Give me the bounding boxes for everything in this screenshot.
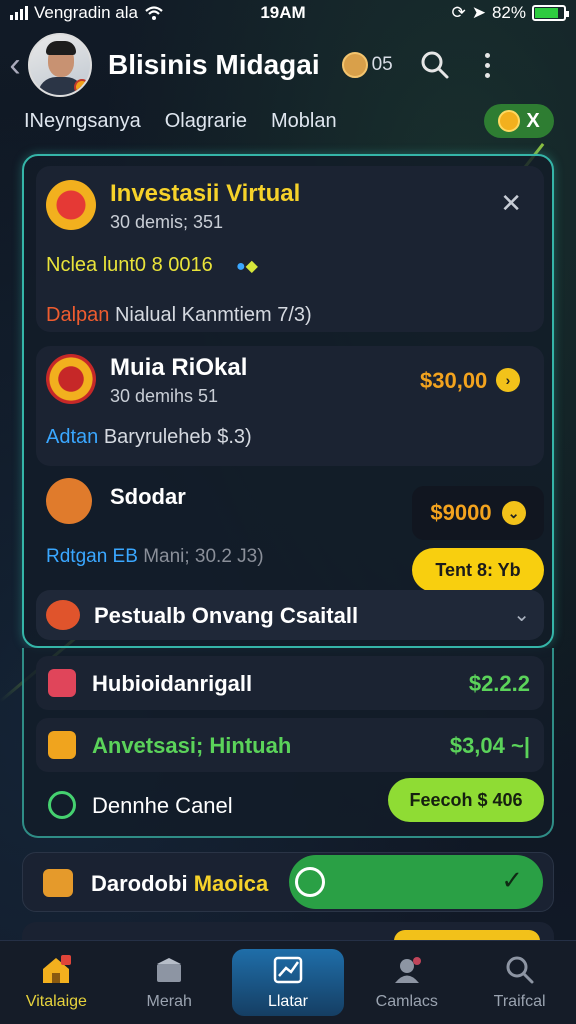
back-icon[interactable]: ‹ [2,46,28,85]
nav-label: Llatar [267,992,308,1010]
investasi-line2-label: Dalpan [46,304,110,326]
team-icon [390,955,424,985]
sodar-logo-icon [46,478,92,524]
list-item[interactable]: Dennhe Canel Feecoh $ 406 [36,778,544,832]
investasi-logo-icon [46,180,96,230]
nav-label: Vitalaige [25,992,87,1010]
check-icon: ✓ [501,865,523,895]
darodobi-card[interactable]: Darodobi Maoica ✓ [22,852,554,912]
battery-icon [532,5,569,21]
pestualb-row[interactable]: Pestualb Onvang Csaitall ⌄ [36,590,544,640]
toggle-knob [295,867,325,897]
darodobi-title-yellow: Maoica [193,871,269,896]
list-item[interactable]: Hubioidanrigall $2.2.2 [36,656,544,710]
nav-label: Merah [146,992,192,1010]
darodobi-title-white: Darodobi [91,871,188,896]
investasi-card[interactable]: Investasii Virtual 30 demis; 351 ✕ Nclea… [36,166,544,332]
mua-line-text: Baryruleheb $.3) [103,426,252,448]
box-icon [48,731,76,759]
nav-item-llatar[interactable]: Llatar [231,949,345,1016]
coin-toggle-label: X [526,109,540,132]
user-avatar-icon[interactable] [341,52,368,78]
tab-1[interactable]: Olagrarie [165,110,247,133]
wallet-icon [48,669,76,697]
pestualb-title: Pestualb Onvang Csaitall [94,603,359,628]
nav-item-camlacs[interactable]: Camlacs [350,941,463,1024]
user-count: 05 [371,54,393,75]
sodar-price-chip[interactable]: $9000 ⌄ [412,486,544,540]
nav-item-home[interactable]: Vitalaige [0,941,113,1024]
list-item-value: $2.2.2 [468,671,530,696]
list-item-title: Anvetsasi; Hintuah [92,733,292,758]
chevron-down-icon: ⌄ [501,501,526,525]
investment-panel: Investasii Virtual 30 demis; 351 ✕ Nclea… [22,154,554,648]
avatar-badge-icon [74,79,90,95]
mua-title: Muia RiOkal [110,354,248,381]
bottom-nav: Vitalaige Merah Llatar Camlacs Traifcal [0,940,576,1024]
list-item-title: Dennhe Canel [92,793,233,818]
darodobi-title: Darodobi Maoica [91,871,268,897]
close-icon[interactable]: ✕ [500,188,522,219]
app-header: ‹ Blisinis Midagai 05 [0,30,576,100]
nav-item-merah[interactable]: Merah [113,941,226,1024]
chart-icon [271,955,305,985]
sodar-line-text: Mani; 30.2 J3) [143,546,264,567]
sodar-title: Sdodar [110,484,186,509]
list-item-value: $3,04 ~| [449,733,530,758]
battery-percent: 82% [491,3,526,22]
investasi-line2: Dalpan Nialual Kanmtiem 7/3) [46,304,312,327]
mua-subtitle: 30 demihs 51 [110,386,219,406]
tab-bar: INeyngsanya Olagrarie Moblan X [24,104,554,138]
mua-line: Adtan Baryruleheb $.3) [46,426,252,449]
darodobi-toggle[interactable]: ✓ [289,855,543,909]
notification-dot [60,955,71,965]
coin-toggle-button[interactable]: X [484,104,554,138]
location-icon: ➤ [471,3,486,22]
wifi-icon [145,6,163,20]
shop-icon [152,955,186,985]
sodar-line: Rdtgan EB Mani; 30.2 J3) [46,546,264,568]
search-icon[interactable] [415,45,455,85]
investasi-subtitle: 30 demis; 351 [110,212,224,232]
nav-label: Camlacs [375,992,438,1010]
more-menu-icon[interactable] [481,52,495,78]
arrow-right-icon[interactable]: › [496,368,520,392]
mua-card[interactable]: Muia RiOkal 30 demihs 51 $30,00 › Adtan … [36,346,544,466]
investasi-line2-text: Nialual Kanmtiem 7/3) [114,304,312,326]
sync-icon: ⟳ [451,3,466,22]
nav-item-traifcal[interactable]: Traifcal [463,941,576,1024]
list-item-title: Hubioidanrigall [92,671,253,696]
refresh-icon [48,791,76,819]
ticket-icon [46,600,80,630]
investasi-title: Investasii Virtual [110,180,301,207]
sodar-action-button[interactable]: Tent 8: Yb [412,548,544,592]
avatar[interactable] [28,33,92,97]
coin-icon [498,110,521,132]
list-item[interactable]: Anvetsasi; Hintuah $3,04 ~| [36,718,544,772]
sodar-line-label: Rdtgan EB [46,546,138,567]
page-title: Blisinis Midagai [108,49,320,80]
mua-line-label: Adtan [46,426,99,448]
rows-panel: Hubioidanrigall $2.2.2 Anvetsasi; Hintua… [22,648,554,838]
tab-0[interactable]: INeyngsanya [24,110,141,133]
investasi-line1: Nclea lunt0 8 0016 [46,254,213,276]
status-bar: Vengradin ala 19AM ⟳ ➤ 82% [0,0,576,26]
carrier-label: Vengradin ala [34,3,138,22]
feecoh-button[interactable]: Feecoh $ 406 [388,778,544,822]
gem-icon: ●◆ [236,258,258,275]
mua-price: $30,00 [420,368,488,393]
signal-icon [10,6,28,20]
nav-label: Traifcal [493,992,546,1010]
mua-logo-icon [46,354,96,404]
sodar-price: $9000 [430,500,492,525]
chevron-down-icon[interactable]: ⌄ [513,602,530,627]
search-icon [503,955,537,985]
tab-2[interactable]: Moblan [271,110,337,133]
status-time: 19AM [260,3,306,22]
crown-icon [43,869,73,897]
sodar-card[interactable]: Sdodar $9000 ⌄ Rdtgan EB Mani; 30.2 J3) … [36,472,544,592]
